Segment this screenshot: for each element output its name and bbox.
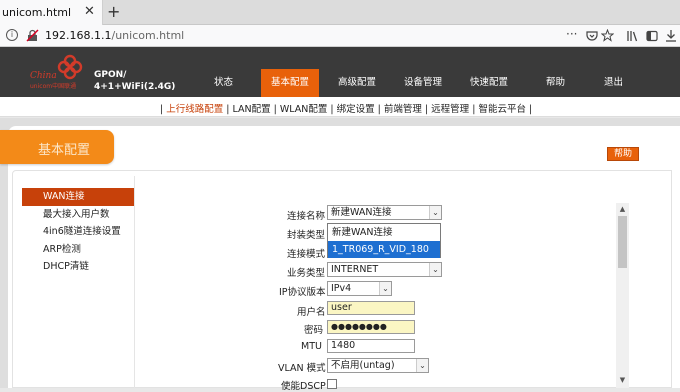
encap-type-label: 封装类型 [287, 230, 326, 241]
star-icon[interactable] [601, 29, 614, 42]
subnav-lan-config[interactable]: LAN配置 [233, 104, 271, 115]
sidebar-item-wan[interactable]: WAN连接 [22, 188, 134, 206]
subnav-wlan-config[interactable]: WLAN配置 [280, 104, 328, 115]
mtu-input[interactable]: 1480 [327, 339, 415, 353]
menu-help[interactable]: 帮助 [546, 74, 565, 88]
chevron-down-icon: ⌄ [429, 263, 441, 276]
conn-name-dropdown: 新建WAN连接 1_TR069_R_VID_180 [327, 223, 441, 258]
browser-tabbar: unicom.html ✕ + [0, 0, 680, 25]
subnav-frontend-management[interactable]: 前端管理 [384, 104, 422, 115]
menu-logout[interactable]: 退出 [604, 74, 623, 88]
ip-version-label: IP协议版本 [279, 287, 326, 298]
dropdown-option-tr069[interactable]: 1_TR069_R_VID_180 [328, 241, 440, 258]
vlan-mode-select[interactable]: 不启用(untag) ⌄ [327, 358, 429, 373]
conn-mode-label: 连接模式 [287, 249, 326, 260]
model-line-1: GPON/ [94, 70, 127, 80]
sidebar-item-arp-detection[interactable]: ARP检测 [22, 241, 134, 259]
username-input[interactable]: user [327, 301, 415, 315]
subnav-smart-cloud[interactable]: 智能云平台 [478, 104, 526, 115]
logo-text-china: China [30, 71, 57, 81]
subnav-separator: | [374, 104, 384, 115]
sidebar-item-dhcp-clear[interactable]: DHCP清链 [22, 258, 134, 276]
menu-status[interactable]: 状态 [214, 74, 233, 88]
sidebar-divider [134, 176, 135, 388]
url-host: 192.168.1.1 [45, 29, 112, 42]
vlan-mode-value: 不启用(untag) [331, 360, 395, 371]
info-icon[interactable]: i [6, 29, 18, 41]
dropdown-option-new-wan[interactable]: 新建WAN连接 [328, 224, 440, 241]
scroll-down-icon[interactable]: ▼ [616, 374, 629, 386]
tab-close-icon[interactable]: ✕ [84, 4, 95, 19]
dscp-label: 使能DSCP [281, 381, 326, 392]
subnav-uplink-config[interactable]: 上行线路配置 [166, 104, 223, 115]
sidebar-icon[interactable] [646, 30, 658, 42]
password-input[interactable]: ●●●●●●●● [327, 320, 415, 334]
sidebar: WAN连接 最大接入用户数 4in6隧道连接设置 ARP检测 DHCP清链 [22, 188, 134, 276]
conn-name-value: 新建WAN连接 [331, 207, 392, 218]
subnav-separator: | [270, 104, 280, 115]
model-line-2: 4+1+WiFi(2.4G) [94, 82, 176, 92]
chevron-down-icon: ⌄ [379, 282, 391, 295]
help-button[interactable]: 帮助 [607, 147, 639, 161]
scroll-up-icon[interactable]: ▲ [616, 203, 629, 215]
conn-name-label: 连接名称 [287, 211, 326, 222]
ip-version-select[interactable]: IPv4 ⌄ [327, 281, 392, 296]
menu-advanced-config[interactable]: 高级配置 [338, 74, 376, 88]
logo-text-unicom: unicom中国联通 [30, 83, 77, 90]
menu-basic-config-label: 基本配置 [270, 77, 309, 88]
insecure-lock-icon[interactable] [26, 29, 39, 42]
password-label: 密码 [304, 325, 324, 336]
service-type-value: INTERNET [331, 264, 379, 275]
vlan-mode-label: VLAN 模式 [278, 363, 326, 374]
mtu-label: MTU [301, 341, 322, 352]
menu-quick-config[interactable]: 快速配置 [470, 74, 508, 88]
chevron-down-icon: ⌄ [429, 206, 441, 219]
sub-navigation: | 上行线路配置 | LAN配置 | WLAN配置 | 绑定设置 | 前端管理 … [0, 97, 680, 117]
sidebar-item-4in6-tunnel[interactable]: 4in6隧道连接设置 [22, 223, 134, 241]
chevron-down-icon: ⌄ [416, 359, 428, 372]
page-title-tab: 基本配置 [0, 130, 114, 164]
subnav-separator: | [223, 104, 233, 115]
menu-basic-config[interactable]: 基本配置 [261, 69, 319, 97]
pocket-icon[interactable] [586, 30, 598, 42]
browser-navbar: i 192.168.1.1/unicom.html ··· [0, 25, 680, 47]
menu-device-management[interactable]: 设备管理 [404, 74, 442, 88]
new-tab-icon[interactable]: + [107, 2, 120, 21]
url-path: /unicom.html [111, 29, 185, 42]
subnav-separator: | [525, 104, 533, 115]
tab-title: unicom.html [2, 6, 72, 19]
service-type-select[interactable]: INTERNET ⌄ [327, 262, 442, 277]
sidebar-item-max-users[interactable]: 最大接入用户数 [22, 206, 134, 224]
scrollbar-thumb[interactable] [618, 216, 627, 268]
ip-version-value: IPv4 [331, 283, 352, 294]
url-field[interactable]: 192.168.1.1/unicom.html [45, 29, 184, 42]
device-model: GPON/ 4+1+WiFi(2.4G) [94, 69, 175, 93]
page-title: 基本配置 [38, 143, 91, 158]
service-type-label: 业务类型 [287, 268, 326, 279]
subnav-row: | 上行线路配置 | LAN配置 | WLAN配置 | 绑定设置 | 前端管理 … [160, 101, 532, 115]
download-icon[interactable] [665, 29, 677, 42]
subnav-remote-management[interactable]: 远程管理 [431, 104, 469, 115]
router-header: China unicom中国联通 GPON/ 4+1+WiFi(2.4G) 状态… [0, 47, 680, 97]
library-icon[interactable] [626, 30, 638, 42]
subnav-binding-settings[interactable]: 绑定设置 [337, 104, 375, 115]
username-label: 用户名 [297, 307, 326, 318]
more-icon[interactable]: ··· [566, 27, 577, 41]
subnav-separator: | [327, 104, 337, 115]
browser-tab[interactable]: unicom.html ✕ [0, 0, 103, 25]
subnav-separator: | [421, 104, 432, 115]
conn-name-select[interactable]: 新建WAN连接 ⌄ [327, 205, 442, 220]
